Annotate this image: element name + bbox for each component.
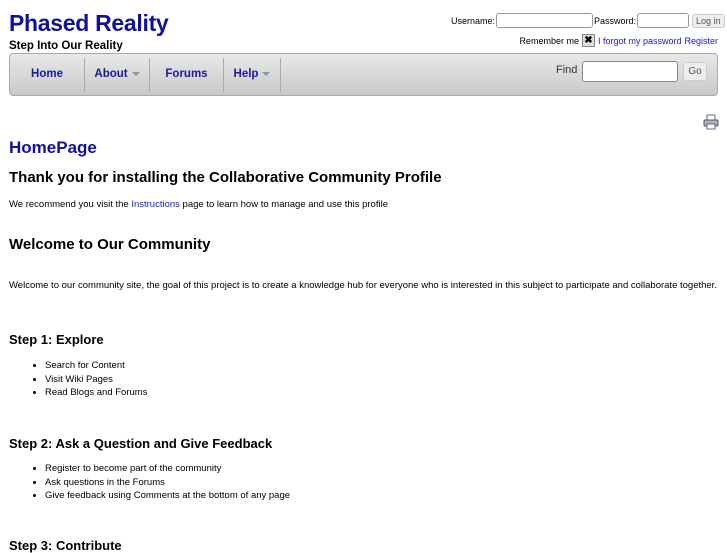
instructions-link[interactable]: Instructions <box>131 199 180 210</box>
chevron-down-icon <box>262 71 271 76</box>
password-input[interactable] <box>637 13 690 28</box>
login-form: Username: Password: Log in <box>451 13 725 28</box>
list-item: Visit Wiki Pages <box>45 373 147 387</box>
nav-help[interactable]: Help <box>224 54 280 95</box>
intro-heading: Thank you for installing the Collaborati… <box>9 169 442 186</box>
nav-home-label: Home <box>31 68 63 80</box>
step-3-heading: Step 3: Contribute <box>9 538 122 553</box>
main-navigation: Home About Forums Help Find Go <box>9 53 718 96</box>
intro-text: page to learn how to manage and use this… <box>179 199 388 210</box>
go-button[interactable]: Go <box>683 62 707 81</box>
welcome-heading: Welcome to Our Community <box>9 236 211 253</box>
step-1-list: Search for Content Visit Wiki Pages Read… <box>9 359 147 400</box>
username-label: Username: <box>451 15 496 26</box>
intro-text: We recommend you visit the <box>9 199 132 210</box>
register-link[interactable]: Register <box>684 36 718 46</box>
site-tagline: Step Into Our Reality <box>9 40 123 52</box>
list-item: Register to become part of the community <box>45 462 290 476</box>
page-title: HomePage <box>9 138 97 157</box>
forgot-password-link[interactable]: I forgot my password <box>598 36 682 46</box>
step-2-heading: Step 2: Ask a Question and Give Feedback <box>9 436 273 451</box>
login-options: Remember me ✖ I forgot my password Regis… <box>519 34 718 47</box>
password-label: Password: <box>594 15 637 26</box>
list-item: Give feedback using Comments at the bott… <box>45 489 290 503</box>
nav-forums[interactable]: Forums <box>150 54 223 95</box>
find-label: Find <box>556 64 578 76</box>
printer-icon[interactable] <box>703 114 719 130</box>
remember-me-label: Remember me <box>519 35 579 46</box>
list-item: Search for Content <box>45 359 147 373</box>
nav-about-label: About <box>94 68 128 80</box>
list-item: Read Blogs and Forums <box>45 386 147 400</box>
nav-home[interactable]: Home <box>10 54 84 95</box>
nav-help-label: Help <box>233 68 259 80</box>
welcome-paragraph: Welcome to our community site, the goal … <box>9 280 717 291</box>
step-1-heading: Step 1: Explore <box>9 332 104 347</box>
username-input[interactable] <box>496 13 594 28</box>
list-item: Ask questions in the Forums <box>45 476 290 490</box>
nav-about[interactable]: About <box>85 54 149 95</box>
intro-paragraph: We recommend you visit the Instructions … <box>9 198 719 212</box>
remember-me-checkbox[interactable]: ✖ <box>581 34 595 47</box>
site-title[interactable]: Phased Reality <box>9 10 169 37</box>
nav-divider <box>280 58 281 92</box>
step-2-list: Register to become part of the community… <box>9 462 290 503</box>
login-button[interactable]: Log in <box>692 13 725 28</box>
chevron-down-icon <box>131 71 140 76</box>
search-input[interactable] <box>582 61 678 82</box>
nav-forums-label: Forums <box>165 68 208 80</box>
